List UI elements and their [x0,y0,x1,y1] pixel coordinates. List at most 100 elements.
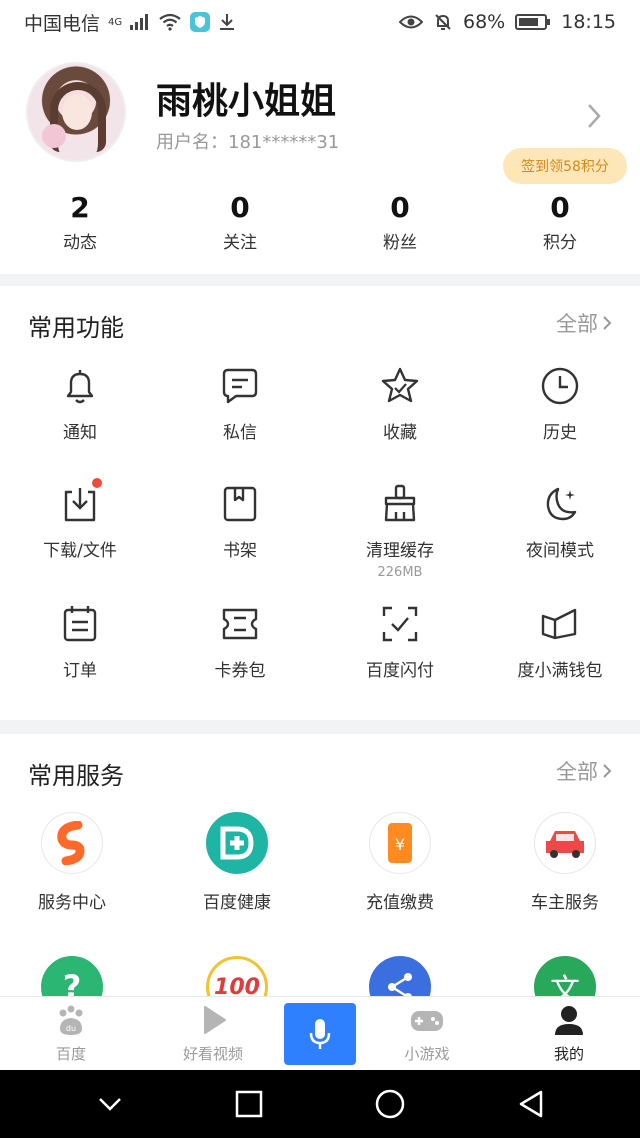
svg-text:¥: ¥ [395,835,405,854]
signal-icon [130,14,149,30]
scan-pay-icon [382,606,418,642]
func-label: 夜间模式 [526,541,594,561]
stat-value: 0 [230,191,250,224]
microphone-icon [309,1018,331,1049]
order-icon [63,606,97,642]
battery-icon [515,14,551,30]
carrier-label: 中国电信 [24,12,101,35]
recents-square-icon[interactable] [235,1090,263,1118]
functions-title: 常用功能 [28,314,124,342]
notification-dot [92,478,102,488]
chevron-right-icon [603,764,612,778]
bottom-tab-bar: du 百度 好看视频 小游戏 我的 [0,996,640,1070]
func-download[interactable]: 下载/文件 [0,478,160,561]
stat-followers[interactable]: 0 粉丝 [320,190,480,253]
broom-icon [384,484,416,522]
download-icon [64,488,96,522]
stat-points[interactable]: 0 积分 [480,190,640,253]
func-bookshelf[interactable]: 书架 [160,482,320,561]
back-triangle-icon[interactable] [517,1089,545,1119]
tab-games[interactable]: 小游戏 [356,997,498,1070]
tab-label: 小游戏 [404,1045,450,1063]
func-flash-pay[interactable]: 百度闪付 [320,602,480,681]
wifi-icon [159,13,181,31]
system-nav-bar [0,1070,640,1138]
tab-video[interactable]: 好看视频 [142,997,284,1070]
func-label: 历史 [543,423,577,443]
profile-card[interactable]: 雨桃小姐姐 用户名：181******31 签到领58积分 2 动态 0 关注 … [0,44,640,274]
func-coupons[interactable]: 卡券包 [160,602,320,681]
stat-label: 粉丝 [383,233,417,253]
func-label: 书架 [223,541,257,561]
svc-health[interactable]: 百度健康 [157,812,317,913]
translate-icon: 文 [534,956,596,996]
mute-bell-icon [435,14,451,30]
stat-label: 积分 [543,233,577,253]
svc-recharge[interactable]: ¥ 充值缴费 [320,812,480,913]
share-icon [369,956,431,996]
svc-translate[interactable]: 文 [485,956,640,996]
wallet-icon [541,608,577,640]
func-label: 通知 [63,423,97,443]
download-status-icon [220,14,235,30]
services-card: 常用服务 全部 服务中心 百度健康 ¥ 充值缴费 车主服务 ? 100 文 [0,734,640,996]
baidu-paw-icon: du [59,1005,83,1035]
avatar[interactable] [26,62,126,162]
func-label: 卡券包 [214,661,266,681]
chevron-right-icon[interactable] [586,102,602,130]
eye-comfort-icon [399,15,423,29]
svc-car-owner[interactable]: 车主服务 [485,812,640,913]
func-clear-cache[interactable]: 清理缓存 226MB [320,482,480,580]
func-label: 百度闪付 [366,661,434,681]
network-type: 4G [108,16,123,28]
health-icon [206,812,268,874]
recharge-icon: ¥ [369,812,431,874]
home-circle-icon[interactable] [374,1088,406,1120]
play-icon [204,1006,226,1034]
func-history[interactable]: 历史 [480,364,640,443]
tab-label: 百度 [55,1045,86,1063]
voice-search-button[interactable] [284,1002,356,1065]
chevron-right-icon [603,316,612,330]
functions-more-link[interactable]: 全部 [556,308,612,338]
tab-label: 我的 [553,1045,584,1063]
func-label: 清理缓存 [366,541,434,561]
clock-icon [541,367,579,405]
func-night-mode[interactable]: 夜间模式 [480,482,640,561]
stat-following[interactable]: 0 关注 [160,190,320,253]
func-favorites[interactable]: 收藏 [320,364,480,443]
chevron-down-icon[interactable] [96,1094,124,1114]
bell-icon [66,370,94,404]
stat-posts[interactable]: 2 动态 [0,190,160,253]
checkin-badge[interactable]: 签到领58积分 [503,148,627,184]
func-label: 度小满钱包 [517,661,603,681]
stat-label: 关注 [223,233,257,253]
svc-help[interactable]: ? [0,956,152,996]
tab-voice[interactable] [284,997,356,1070]
svc-label: 百度健康 [203,893,271,913]
func-label: 收藏 [383,423,417,443]
func-orders[interactable]: 订单 [0,602,160,681]
services-more-link[interactable]: 全部 [556,756,612,786]
svc-service-center[interactable]: 服务中心 [0,812,152,913]
translate-glyph: 文 [550,973,580,996]
status-bar: 中国电信 4G 68% 18:15 [0,0,640,44]
more-label: 全部 [556,312,598,336]
shield-app-icon [190,12,211,32]
func-message[interactable]: 私信 [160,364,320,443]
tab-baidu[interactable]: du 百度 [0,997,142,1070]
svg-text:du: du [66,1024,76,1033]
battery-percent: 68% [463,11,506,33]
tab-mine[interactable]: 我的 [498,997,640,1070]
func-wallet[interactable]: 度小满钱包 [480,602,640,681]
func-label: 私信 [223,423,257,443]
cache-size: 226MB [377,565,423,580]
help-glyph: ? [62,968,82,996]
func-notification[interactable]: 通知 [0,364,160,443]
tab-label: 好看视频 [182,1045,243,1063]
svc-score[interactable]: 100 [157,956,317,996]
svc-share[interactable] [320,956,480,996]
stat-value: 2 [70,191,90,224]
help-icon: ? [41,956,103,996]
more-label: 全部 [556,760,598,784]
